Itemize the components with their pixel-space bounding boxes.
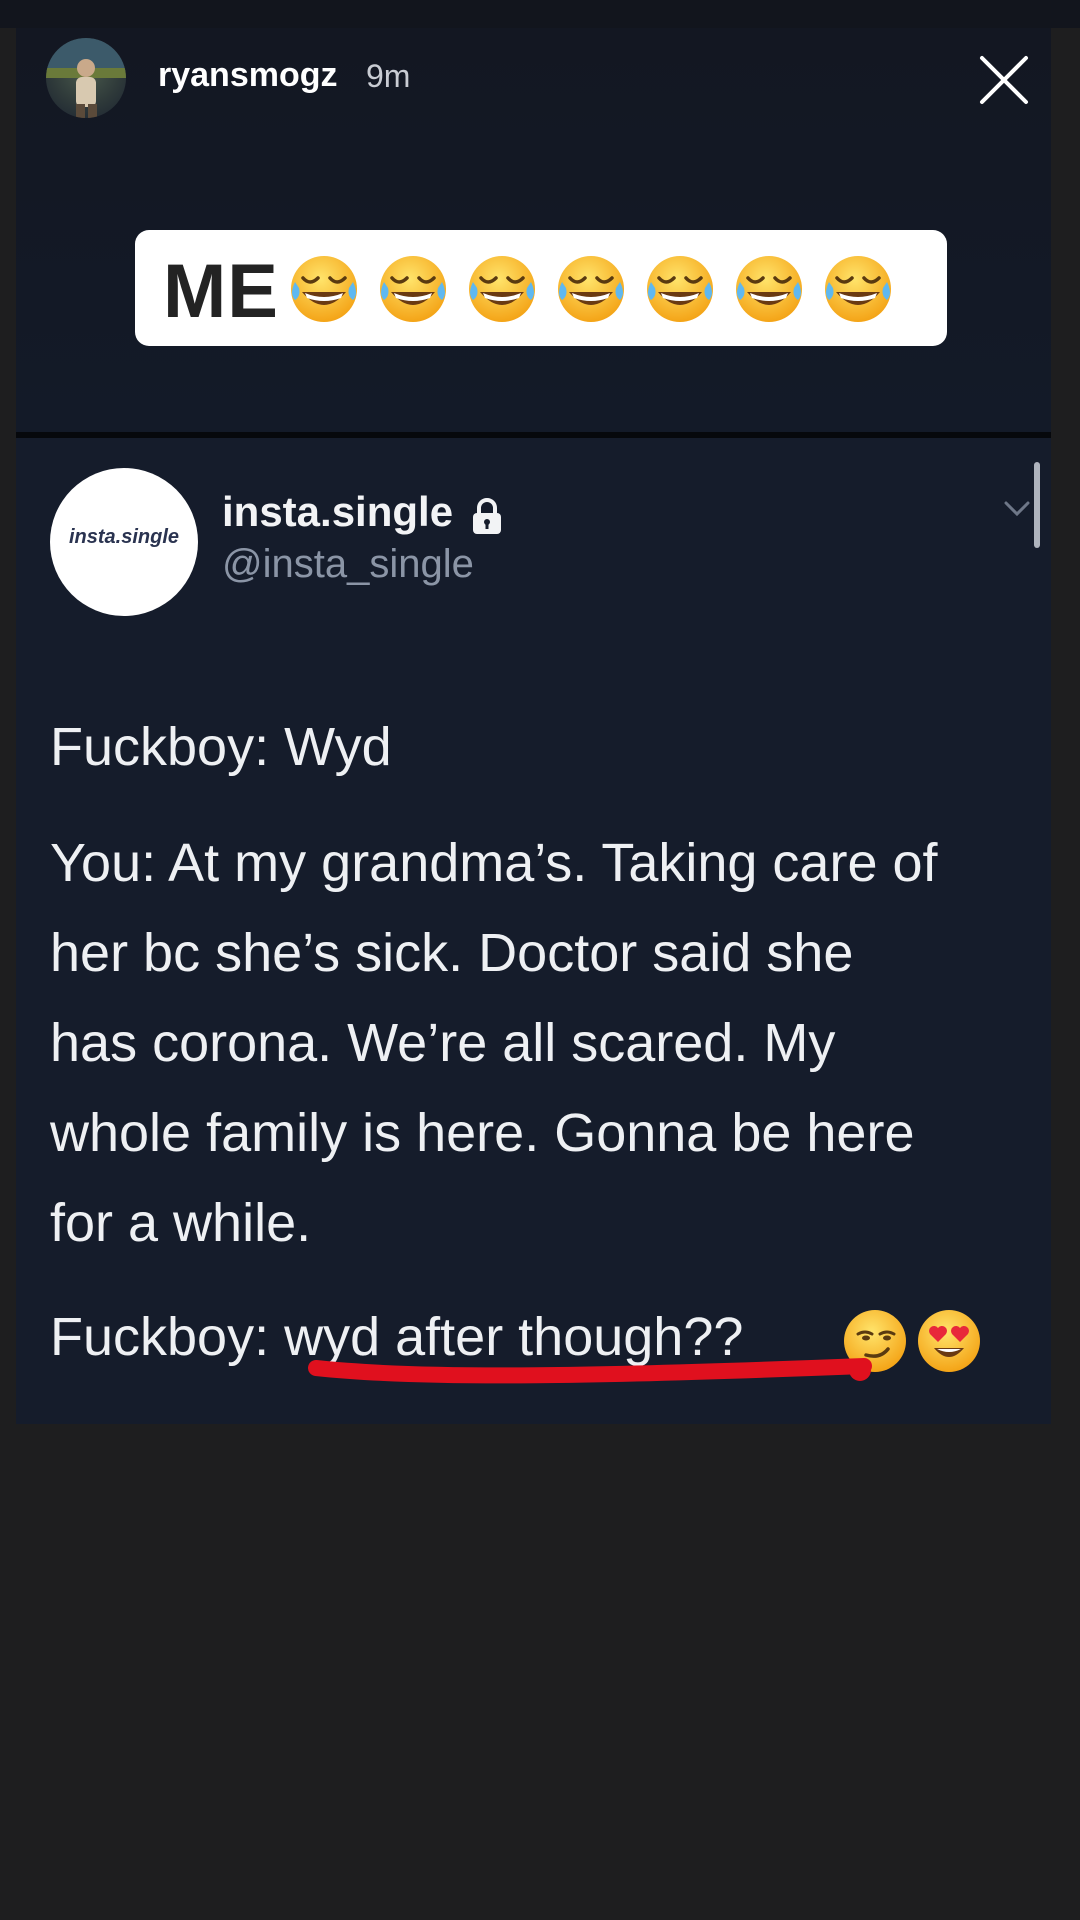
face-with-tears-of-joy-icon xyxy=(821,252,895,326)
avatar[interactable] xyxy=(46,38,126,118)
caption-text: ME xyxy=(163,249,279,334)
heart-eyes-face-icon xyxy=(916,1308,982,1374)
close-icon[interactable] xyxy=(974,50,1034,110)
timestamp: 9m xyxy=(366,58,411,94)
tweet-line: for a while. xyxy=(50,1193,312,1253)
lock-icon xyxy=(468,496,506,536)
tweet-handle: @insta_single xyxy=(222,542,474,586)
story-frame[interactable]: ryansmogz 9m ME insta.single insta.singl… xyxy=(16,28,1051,1424)
caption-sticker: ME xyxy=(135,230,947,346)
tweet-avatar-text: insta.single xyxy=(68,526,180,548)
empty-area xyxy=(0,1424,1080,1920)
face-with-tears-of-joy-icon xyxy=(376,252,450,326)
face-with-tears-of-joy-icon xyxy=(554,252,628,326)
tweet-line: Fuckboy: Wyd xyxy=(50,717,392,777)
scrollbar xyxy=(1034,462,1040,548)
tweet-display-name: insta.single xyxy=(222,488,454,535)
status-area xyxy=(0,0,1080,28)
tweet-screenshot: insta.single insta.single @insta_single … xyxy=(16,438,1051,1424)
face-with-tears-of-joy-icon xyxy=(465,252,539,326)
face-with-tears-of-joy-icon xyxy=(287,252,361,326)
tweet-line: You: At my grandma’s. Taking care of xyxy=(50,833,938,893)
tweet-line: her bc she’s sick. Doctor said she xyxy=(50,923,854,983)
tweet-line: has corona. We’re all scared. My xyxy=(50,1013,836,1073)
red-underline-mark xyxy=(308,1358,872,1384)
face-with-tears-of-joy-icon xyxy=(643,252,717,326)
face-with-tears-of-joy-icon xyxy=(732,252,806,326)
avatar-photo-icon xyxy=(46,38,126,118)
tweet-line: whole family is here. Gonna be here xyxy=(50,1103,915,1163)
username[interactable]: ryansmogz xyxy=(158,56,338,95)
tweet-avatar: insta.single xyxy=(50,468,198,616)
chevron-down-icon xyxy=(1002,494,1032,524)
